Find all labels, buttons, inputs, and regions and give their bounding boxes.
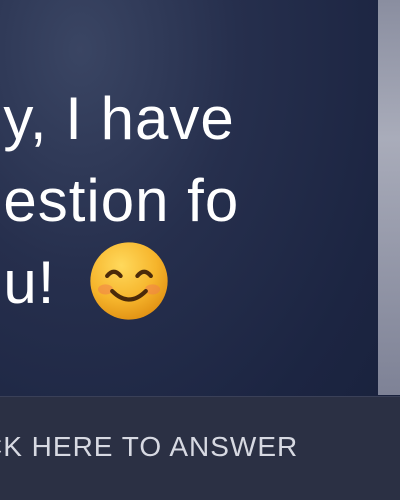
smiling-face-icon (90, 242, 168, 320)
message-line-1: ey, I have (0, 85, 235, 152)
message-line-3-text: ou! (0, 249, 56, 316)
message-line-2: uestion fo (0, 167, 240, 234)
message-screen: ey, I have uestion fo ou! (0, 0, 400, 500)
answer-button-label: CK HERE TO ANSWER (0, 431, 299, 462)
message-line-3: ou! (0, 242, 400, 324)
message-text: ey, I have uestion fo ou! (0, 78, 400, 324)
answer-button[interactable]: CK HERE TO ANSWER (0, 396, 400, 500)
